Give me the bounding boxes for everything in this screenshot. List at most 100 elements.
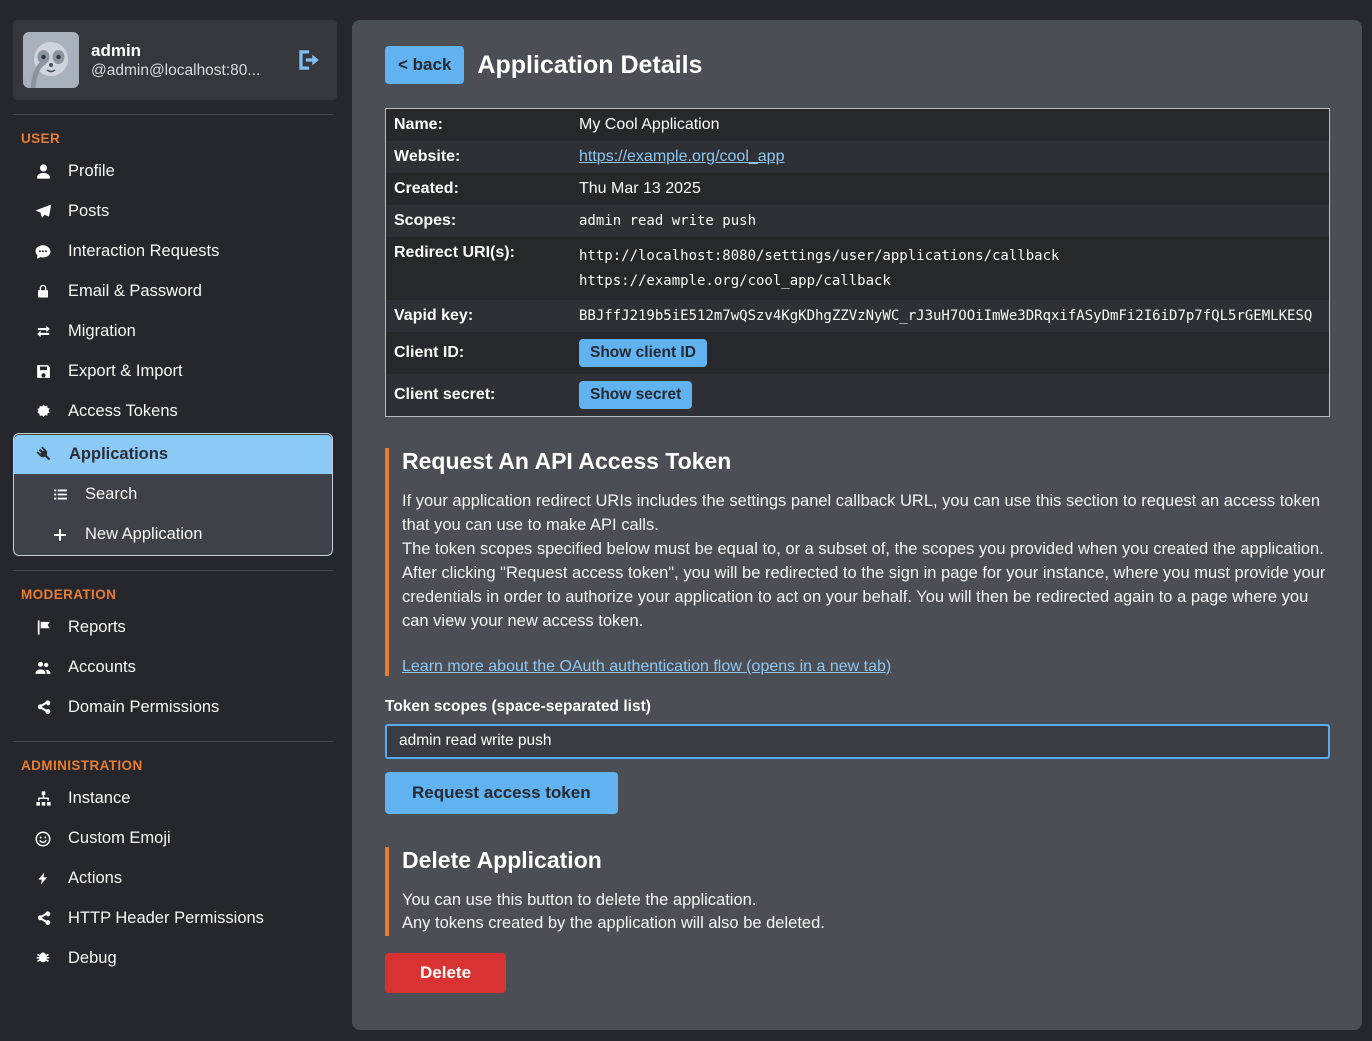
sidebar-item-accounts[interactable]: Accounts	[13, 648, 337, 687]
table-row-website: Website: https://example.org/cool_app	[386, 141, 1329, 173]
show-secret-button[interactable]: Show secret	[579, 381, 692, 409]
comment-dots-icon	[33, 243, 53, 261]
website-link[interactable]: https://example.org/cool_app	[579, 148, 784, 165]
row-label: Created:	[386, 173, 571, 205]
section-label-user: USER	[21, 131, 337, 146]
row-label: Client ID:	[386, 337, 571, 369]
row-value: My Cool Application	[571, 109, 1329, 141]
redirect-uri: http://localhost:8080/settings/user/appl…	[579, 244, 1321, 269]
avatar	[23, 32, 79, 88]
table-row-vapid-key: Vapid key: BBJffJ219b5iE512m7wQSzv4KgKDh…	[386, 300, 1329, 332]
sign-out-icon	[295, 47, 321, 73]
sidebar-item-label: New Application	[85, 525, 202, 544]
sidebar-item-label: Debug	[68, 949, 117, 968]
sidebar-item-label: Email & Password	[68, 282, 202, 301]
row-label: Website:	[386, 141, 571, 173]
row-label: Redirect URI(s):	[386, 237, 571, 269]
sidebar-item-migration[interactable]: Migration	[13, 312, 337, 351]
bug-icon	[33, 950, 53, 967]
list-icon	[50, 486, 70, 503]
sidebar-item-label: Migration	[68, 322, 136, 341]
paragraph-line: The token scopes specified below must be…	[402, 538, 1330, 562]
user-handle: @admin@localhost:80...	[91, 62, 281, 80]
section-paragraph: If your application redirect URIs includ…	[402, 490, 1330, 634]
row-label: Vapid key:	[386, 300, 571, 332]
paragraph-line: If your application redirect URIs includ…	[402, 490, 1330, 538]
user-name: admin	[91, 40, 281, 62]
certificate-icon	[33, 403, 53, 420]
back-button[interactable]: < back	[385, 46, 464, 84]
sidebar: admin @admin@localhost:80... USER Profil…	[0, 0, 345, 1041]
users-icon	[33, 659, 53, 676]
sidebar-item-export-import[interactable]: Export & Import	[13, 352, 337, 391]
paragraph-line: You can use this button to delete the ap…	[402, 889, 1330, 913]
face-smile-icon	[33, 830, 53, 848]
user-card[interactable]: admin @admin@localhost:80...	[13, 20, 337, 100]
arrows-left-right-icon	[33, 323, 53, 340]
page-title: Application Details	[477, 51, 702, 80]
main-panel: < back Application Details Name: My Cool…	[352, 20, 1362, 1030]
table-row-created: Created: Thu Mar 13 2025	[386, 173, 1329, 205]
token-scopes-input[interactable]	[385, 724, 1330, 759]
token-scopes-label: Token scopes (space-separated list)	[385, 698, 1330, 716]
sidebar-item-interaction-requests[interactable]: Interaction Requests	[13, 232, 337, 271]
sidebar-item-reports[interactable]: Reports	[13, 608, 337, 647]
show-client-id-button[interactable]: Show client ID	[579, 339, 707, 367]
sidebar-item-debug[interactable]: Debug	[13, 939, 337, 978]
row-label: Scopes:	[386, 205, 571, 237]
sidebar-item-label: Access Tokens	[68, 402, 178, 421]
sidebar-item-email-password[interactable]: Email & Password	[13, 272, 337, 311]
sidebar-item-label: Domain Permissions	[68, 698, 219, 717]
row-label: Name:	[386, 109, 571, 141]
plus-icon	[50, 527, 70, 543]
delete-text-block: Delete Application You can use this butt…	[385, 847, 1330, 937]
sidebar-item-custom-emoji[interactable]: Custom Emoji	[13, 819, 337, 858]
sidebar-item-applications[interactable]: Applications	[14, 435, 332, 474]
sidebar-item-actions[interactable]: Actions	[13, 859, 337, 898]
title-row: < back Application Details	[385, 46, 1330, 84]
lock-icon	[33, 283, 53, 300]
sidebar-item-label: Reports	[68, 618, 126, 637]
sidebar-item-label: Export & Import	[68, 362, 183, 381]
paragraph-line: Any tokens created by the application wi…	[402, 912, 1330, 936]
sidebar-item-label: Custom Emoji	[68, 829, 171, 848]
section-label-administration: ADMINISTRATION	[21, 758, 337, 773]
sidebar-item-label: Search	[85, 485, 137, 504]
paper-plane-icon	[33, 203, 53, 221]
table-row-scopes: Scopes: admin read write push	[386, 205, 1329, 237]
sidebar-item-label: Accounts	[68, 658, 136, 677]
sidebar-item-applications-search[interactable]: Search	[14, 475, 332, 514]
applications-submenu: Search New Application	[14, 475, 332, 554]
sidebar-item-applications-new[interactable]: New Application	[14, 515, 332, 554]
sidebar-divider	[13, 741, 333, 742]
request-access-token-button[interactable]: Request access token	[385, 772, 618, 814]
sidebar-divider	[13, 114, 333, 115]
request-token-text-block: Request An API Access Token If your appl…	[385, 448, 1330, 676]
share-nodes-icon	[33, 910, 53, 927]
sidebar-item-instance[interactable]: Instance	[13, 779, 337, 818]
sidebar-item-label: Instance	[68, 789, 130, 808]
sidebar-item-profile[interactable]: Profile	[13, 152, 337, 191]
logout-button[interactable]	[293, 45, 323, 75]
row-value: http://localhost:8080/settings/user/appl…	[571, 237, 1329, 300]
table-row-name: Name: My Cool Application	[386, 109, 1329, 141]
sidebar-divider	[13, 570, 333, 571]
sidebar-item-label: HTTP Header Permissions	[68, 909, 264, 928]
paragraph-line: After clicking "Request access token", y…	[402, 562, 1330, 634]
row-value: Thu Mar 13 2025	[571, 173, 1329, 205]
section-label-moderation: MODERATION	[21, 587, 337, 602]
sidebar-item-posts[interactable]: Posts	[13, 192, 337, 231]
oauth-docs-link[interactable]: Learn more about the OAuth authenticatio…	[402, 658, 891, 675]
sidebar-item-label: Actions	[68, 869, 122, 888]
redirect-uri: https://example.org/cool_app/callback	[579, 269, 1321, 294]
floppy-disk-icon	[33, 363, 53, 380]
sidebar-item-label: Applications	[69, 445, 168, 464]
bolt-icon	[33, 870, 53, 887]
sidebar-item-http-header-permissions[interactable]: HTTP Header Permissions	[13, 899, 337, 938]
section-heading: Request An API Access Token	[402, 448, 1330, 475]
sidebar-item-access-tokens[interactable]: Access Tokens	[13, 392, 337, 431]
section-heading: Delete Application	[402, 847, 1330, 874]
sidebar-item-domain-permissions[interactable]: Domain Permissions	[13, 688, 337, 727]
delete-button[interactable]: Delete	[385, 953, 506, 993]
plug-icon	[34, 446, 54, 463]
